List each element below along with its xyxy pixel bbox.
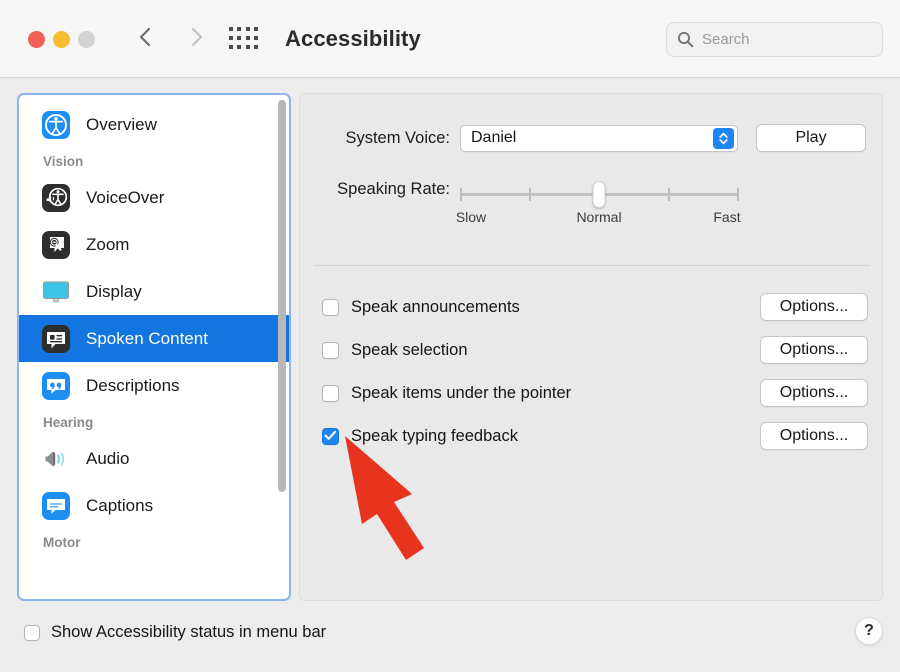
speaking-rate-slider[interactable]: Slow Normal Fast [456,181,760,229]
sidebar-scrollbar-thumb[interactable] [278,100,286,492]
sidebar-item-zoom[interactable]: Zoom [19,221,289,268]
options-button-speak-typing-feedback[interactable]: Options... [760,422,868,450]
system-voice-popup[interactable]: Daniel [460,124,738,152]
sidebar-item-voiceover[interactable]: VoiceOver [19,174,289,221]
checkmark-icon [324,428,337,446]
sidebar-item-overview[interactable]: Overview [19,101,289,148]
minimize-button[interactable] [53,31,70,48]
accessibility-category-sidebar[interactable]: Overview Vision VoiceOver Zoom Display S… [17,93,291,601]
slider-tick [460,188,462,201]
slider-tick [529,188,531,201]
voiceover-icon [41,183,71,213]
descriptions-quote-icon [41,371,71,401]
checkbox-speak-announcements[interactable] [322,299,339,316]
options-button-speak-items-under-pointer[interactable]: Options... [760,379,868,407]
sidebar-item-audio[interactable]: Audio [19,435,289,482]
search-icon [677,31,694,48]
accessibility-person-icon [41,110,71,140]
sidebar-section-hearing: Hearing [43,414,94,430]
row-show-accessibility-status: Show Accessibility status in menu bar [24,623,326,642]
sidebar-item-label: VoiceOver [86,187,165,207]
sidebar-scrollbar[interactable] [278,100,286,594]
sidebar-item-label: Spoken Content [86,328,208,348]
speaking-rate-row: Speaking Rate: Slow Normal Fast [300,180,884,229]
traffic-light-group [28,31,95,48]
window-bottom-bar: Show Accessibility status in menu bar [0,606,900,672]
checkbox-label: Speak selection [351,341,468,359]
options-button-speak-selection[interactable]: Options... [760,336,868,364]
captions-icon [41,491,71,521]
play-voice-button[interactable]: Play [756,124,866,152]
row-speak-items-under-pointer: Speak items under the pointer Options... [300,372,884,415]
sidebar-section-motor: Motor [43,534,81,550]
system-voice-row: System Voice: Daniel Play [300,124,884,152]
sidebar-item-captions[interactable]: Captions [19,482,289,529]
sidebar-section-vision: Vision [43,153,84,169]
sidebar-item-label: Overview [86,114,157,134]
sidebar-item-label: Display [86,281,142,301]
checkbox-speak-selection[interactable] [322,342,339,359]
section-divider [314,265,870,266]
slider-caption-fast: Fast [713,209,741,225]
zoom-magnifier-icon [41,230,71,260]
spoken-content-icon [41,324,71,354]
back-button[interactable] [128,22,162,56]
page-title: Accessibility [285,26,421,51]
sidebar-item-label: Captions [86,495,154,515]
chevron-right-icon [190,26,204,53]
slider-caption-slow: Slow [455,209,487,225]
row-speak-typing-feedback: Speak typing feedback Options... [300,415,884,458]
sidebar-item-descriptions[interactable]: Descriptions [19,362,289,409]
forward-button [180,22,214,56]
accessibility-preferences-window: Accessibility Search Overview Vision Voi… [0,0,900,672]
system-voice-value: Daniel [471,129,517,146]
slider-tick [668,188,670,201]
row-speak-announcements: Speak announcements Options... [300,286,884,329]
checkbox-label: Speak items under the pointer [351,384,572,402]
row-speak-selection: Speak selection Options... [300,329,884,372]
checkbox-speak-items-under-pointer[interactable] [322,385,339,402]
checkbox-speak-typing-feedback[interactable] [322,428,339,445]
spoken-content-panel: System Voice: Daniel Play Speaking Rate: [299,93,883,601]
checkbox-label: Speak announcements [351,298,520,316]
speaking-rate-label: Speaking Rate: [337,180,450,198]
search-input[interactable] [702,31,862,48]
system-voice-label: System Voice: [345,128,450,147]
checkbox-show-accessibility-status-in-menu-bar[interactable] [24,624,40,641]
sidebar-list: Overview Vision VoiceOver Zoom Display S… [19,95,289,555]
chevron-left-icon [138,26,152,53]
sidebar-item-display[interactable]: Display [19,268,289,315]
slider-caption-normal: Normal [576,209,622,225]
slider-thumb[interactable] [592,181,606,208]
sidebar-item-spoken-content[interactable]: Spoken Content [19,315,289,362]
sidebar-item-label: Audio [86,448,130,468]
chevron-up-down-icon[interactable] [713,128,734,149]
display-monitor-icon [41,277,71,307]
slider-tick [737,188,739,201]
close-button[interactable] [28,31,45,48]
all-preferences-grid-icon[interactable] [229,27,259,51]
spoken-content-options-list: Speak announcements Options... Speak sel… [300,286,884,458]
sidebar-item-label: Descriptions [86,375,180,395]
zoom-button [78,31,95,48]
options-button-speak-announcements[interactable]: Options... [760,293,868,321]
checkbox-label: Show Accessibility status in menu bar [51,623,327,641]
search-field[interactable] [666,22,883,57]
checkbox-label: Speak typing feedback [351,427,518,445]
sidebar-item-label: Zoom [86,234,130,254]
help-button[interactable]: ? [855,617,883,645]
window-titlebar: Accessibility [0,0,900,78]
audio-speaker-icon [41,444,71,474]
